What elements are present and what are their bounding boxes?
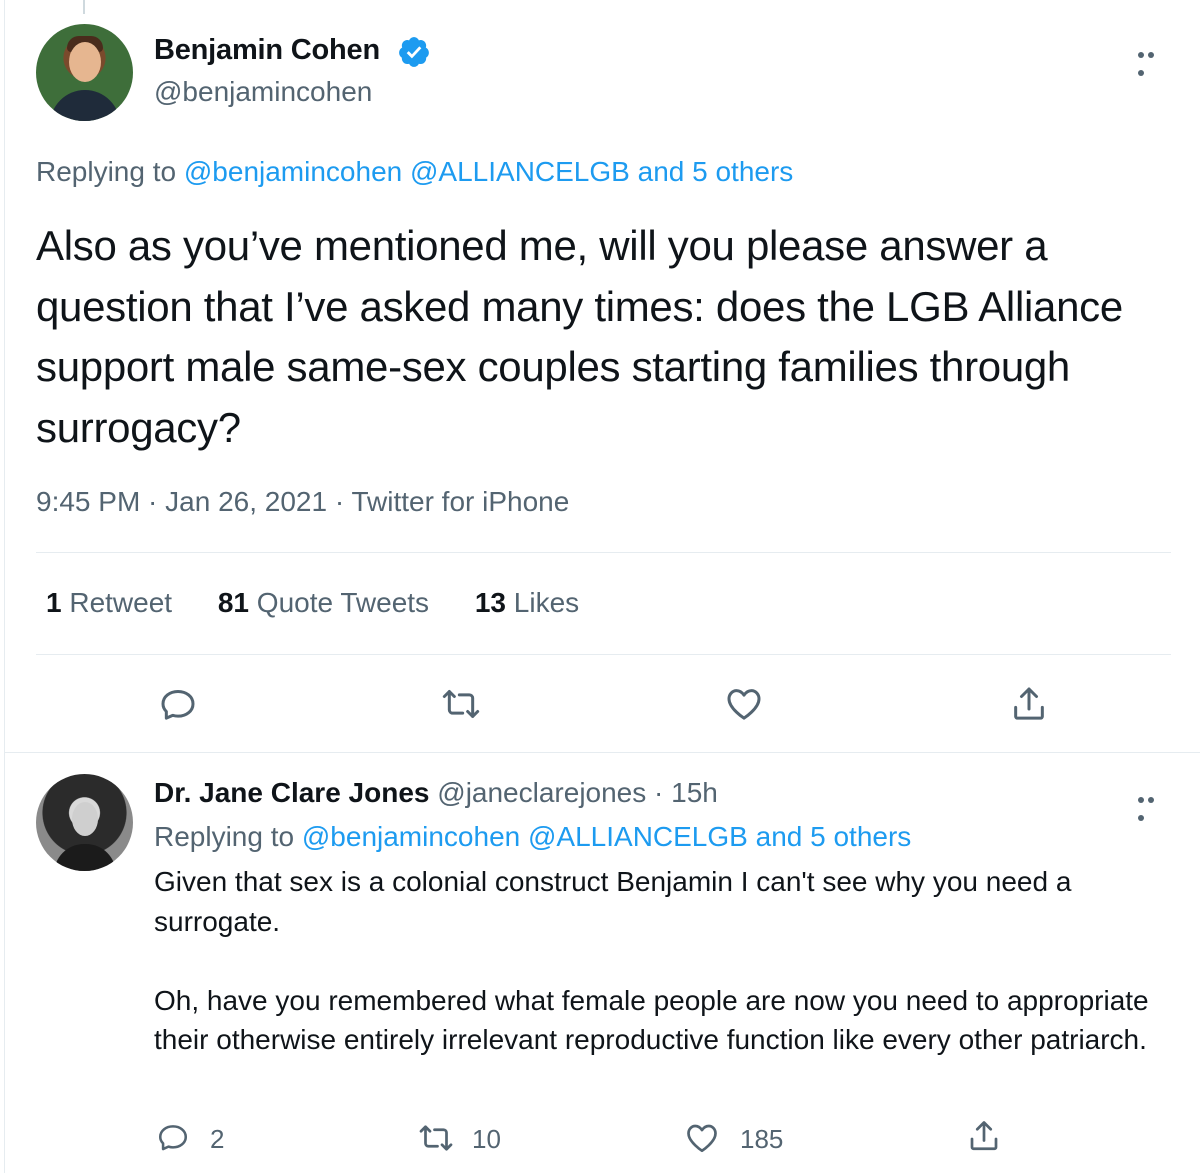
more-icon[interactable]	[1138, 790, 1166, 821]
divider	[36, 654, 1171, 655]
share-icon[interactable]	[966, 1118, 1002, 1154]
tweet-stats: 1 Retweet 81 Quote Tweets 13 Likes	[46, 587, 617, 619]
author-handle[interactable]: @benjamincohen	[154, 76, 372, 108]
replying-prefix: Replying to	[36, 156, 184, 187]
reply-text: Given that sex is a colonial construct B…	[154, 866, 1149, 1055]
replying-to-line: Replying to @benjamincohen @ALLIANCELGB …	[36, 156, 793, 188]
reply-author-handle-time[interactable]: @janeclarejones · 15h	[437, 777, 718, 808]
divider	[5, 752, 1200, 753]
verified-badge-icon	[399, 37, 429, 67]
avatar-face	[72, 802, 98, 836]
reply-icon[interactable]	[158, 684, 198, 724]
like-icon[interactable]	[724, 684, 764, 724]
reply-author-avatar[interactable]	[36, 774, 133, 871]
reply-replying-to-line: Replying to @benjamincohen @ALLIANCELGB …	[154, 821, 911, 853]
quote-tweets-stat[interactable]: 81 Quote Tweets	[218, 587, 429, 618]
reply-author-name[interactable]: Dr. Jane Clare Jones	[154, 777, 429, 808]
retweet-icon[interactable]	[441, 684, 481, 724]
like-count: 185	[740, 1124, 784, 1154]
tweet-text: Also as you’ve mentioned me, will you pl…	[36, 222, 1123, 451]
likes-stat[interactable]: 13 Likes	[475, 587, 579, 618]
left-border	[4, 0, 5, 1173]
share-icon[interactable]	[1009, 684, 1049, 724]
avatar-shirt	[50, 90, 120, 121]
replying-mentions-link[interactable]: @benjamincohen @ALLIANCELGB and 5 others	[302, 821, 911, 852]
reply-count: 2	[210, 1124, 225, 1154]
reply-header: Dr. Jane Clare Jones @janeclarejones · 1…	[154, 777, 718, 809]
author-name[interactable]: Benjamin Cohen	[154, 34, 380, 67]
retweets-stat[interactable]: 1 Retweet	[46, 587, 172, 618]
replying-mentions-link[interactable]: @benjamincohen @ALLIANCELGB and 5 others	[184, 156, 793, 187]
author-avatar[interactable]	[36, 24, 133, 121]
avatar-body	[54, 844, 116, 871]
avatar-face	[69, 42, 101, 82]
retweet-count: 10	[472, 1124, 501, 1154]
retweet-icon[interactable]	[418, 1120, 454, 1156]
tweet-meta[interactable]: 9:45 PM · Jan 26, 2021 · Twitter for iPh…	[36, 486, 569, 518]
replying-prefix: Replying to	[154, 821, 302, 852]
more-icon[interactable]	[1138, 45, 1166, 76]
reply-icon[interactable]	[156, 1120, 190, 1154]
divider	[36, 552, 1171, 553]
thread-connector	[83, 0, 85, 14]
like-icon[interactable]	[684, 1120, 720, 1156]
